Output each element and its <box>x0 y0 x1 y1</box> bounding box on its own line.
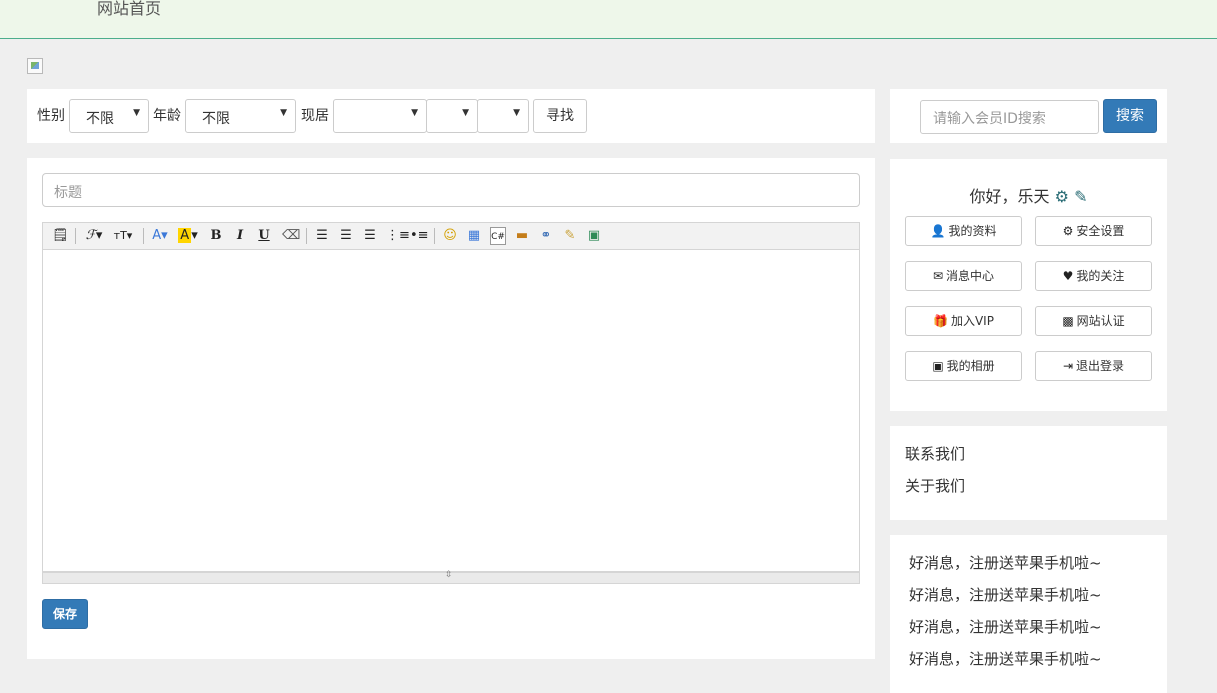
button-label: 消息中心 <box>946 269 995 283</box>
news-item[interactable]: 好消息，注册送苹果手机啦~ <box>905 648 1102 669</box>
age-label: 年龄 <box>153 108 181 124</box>
button-label: 网站认证 <box>1076 314 1125 328</box>
search-button[interactable]: 搜索 <box>1103 99 1157 133</box>
my-follows-button[interactable]: ♥ 我的关注 <box>1035 261 1152 291</box>
button-label: 我的资料 <box>948 224 997 238</box>
user-panel: 你好，乐天 ⚙ ✎ 👤 我的资料 ⚙ 安全设置 ✉ 消息中心 ♥ 我的关注 🎁 加入VIP… <box>890 159 1167 411</box>
align-center-icon[interactable]: ☰ <box>338 227 354 245</box>
button-label: 安全设置 <box>1076 224 1125 238</box>
news-item-text: 好消息，注册送苹果手机啦~ <box>909 586 1102 604</box>
gear-icon: ⚙ <box>1062 224 1074 238</box>
bold-icon[interactable]: B <box>210 227 222 245</box>
news-item-text: 好消息，注册送苹果手机啦~ <box>909 554 1102 572</box>
district-select[interactable]: ▼ <box>477 99 529 133</box>
toolbar-divider <box>434 228 435 244</box>
logout-icon: ⇥ <box>1062 359 1074 373</box>
news-item-text: 好消息，注册送苹果手机啦~ <box>909 618 1102 636</box>
broken-image-icon <box>27 58 43 74</box>
message-center-button[interactable]: ✉ 消息中心 <box>905 261 1022 291</box>
filter-panel: 性别 不限 ▼ 年龄 不限 ▼ 现居 ▼ ▼ ▼ 寻找 <box>27 89 875 143</box>
eraser-icon[interactable]: ⌫ <box>282 227 300 245</box>
ordered-list-icon[interactable]: ⋮≡ <box>386 227 410 245</box>
save-button[interactable]: 保存 <box>42 599 88 629</box>
user-greeting: 你好，乐天 ⚙ ✎ <box>890 183 1167 207</box>
button-label: 我的相册 <box>946 359 995 373</box>
code-icon[interactable]: C# <box>490 227 506 245</box>
edit-icon[interactable]: ✎ <box>1074 187 1087 206</box>
highlight-icon[interactable]: A ▾ <box>177 227 199 245</box>
picture-icon: ▣ <box>932 359 944 373</box>
logout-button[interactable]: ⇥ 退出登录 <box>1035 351 1152 381</box>
find-button[interactable]: 寻找 <box>533 99 587 133</box>
font-size-icon[interactable]: ᴛT▾ <box>111 227 135 245</box>
search-panel: 请输入会员ID搜索 搜索 <box>890 89 1167 143</box>
top-nav-bar: 网站首页 <box>0 0 1217 39</box>
font-color-icon[interactable]: A▾ <box>150 227 170 245</box>
residence-label: 现居 <box>301 108 329 124</box>
heart-icon: ♥ <box>1062 269 1074 283</box>
join-vip-button[interactable]: 🎁 加入VIP <box>905 306 1022 336</box>
links-panel: 联系我们 关于我们 <box>890 426 1167 520</box>
editor-toolbar: 🗒 ℱ▾ ᴛT▾ A▾ A ▾ B I U ⌫ ☰ ☰ ☰ ⋮≡ •≡ ☺ ▦ C… <box>42 222 860 250</box>
caret-down-icon: ▼ <box>133 108 140 118</box>
news-item-text: 好消息，注册送苹果手机啦~ <box>909 650 1102 668</box>
source-icon[interactable]: 🗒 <box>52 227 69 245</box>
button-label: 我的关注 <box>1076 269 1125 283</box>
news-item[interactable]: 好消息，注册送苹果手机啦~ <box>905 584 1102 605</box>
age-select-value: 不限 <box>202 111 230 127</box>
site-verification-button[interactable]: ▩ 网站认证 <box>1035 306 1152 336</box>
caret-down-icon: ▼ <box>513 108 520 118</box>
toolbar-divider <box>75 228 76 244</box>
news-item[interactable]: 好消息，注册送苹果手机啦~ <box>905 616 1102 637</box>
city-select[interactable]: ▼ <box>426 99 478 133</box>
caret-down-icon: ▼ <box>462 108 469 118</box>
news-item[interactable]: 好消息，注册送苹果手机啦~ <box>905 552 1102 573</box>
gender-label: 性别 <box>37 108 65 124</box>
link-icon[interactable]: ⚭ <box>538 227 554 245</box>
qrcode-icon: ▩ <box>1062 314 1074 328</box>
toolbar-divider <box>143 228 144 244</box>
button-label: 退出登录 <box>1076 359 1125 373</box>
greeting-text: 你好，乐天 <box>969 187 1050 206</box>
emoticon-icon[interactable]: ☺ <box>442 227 458 245</box>
envelope-icon: ✉ <box>932 269 944 283</box>
contact-us-link[interactable]: 联系我们 <box>905 443 965 464</box>
unordered-list-icon[interactable]: •≡ <box>410 227 429 245</box>
image-insert-icon[interactable]: ▬ <box>514 227 530 245</box>
italic-icon[interactable]: I <box>234 227 246 245</box>
my-profile-button[interactable]: 👤 我的资料 <box>905 216 1022 246</box>
user-icon: 👤 <box>930 224 946 238</box>
age-select[interactable]: 不限 ▼ <box>185 99 296 133</box>
province-select[interactable]: ▼ <box>333 99 427 133</box>
nav-home-link[interactable]: 网站首页 <box>97 0 161 19</box>
picture-icon[interactable]: ▣ <box>586 227 602 245</box>
about-us-link[interactable]: 关于我们 <box>905 475 965 496</box>
gender-select-value: 不限 <box>86 111 114 127</box>
font-family-icon[interactable]: ℱ▾ <box>83 227 105 245</box>
title-input[interactable]: 标题 <box>42 173 860 207</box>
align-right-icon[interactable]: ☰ <box>362 227 378 245</box>
align-left-icon[interactable]: ☰ <box>314 227 330 245</box>
gear-icon[interactable]: ⚙ <box>1055 187 1069 206</box>
underline-icon[interactable]: U <box>258 227 270 245</box>
caret-down-icon: ▼ <box>280 108 287 118</box>
gender-select[interactable]: 不限 ▼ <box>69 99 149 133</box>
post-editor-panel: 标题 🗒 ℱ▾ ᴛT▾ A▾ A ▾ B I U ⌫ ☰ ☰ ☰ ⋮≡ •≡ ☺ … <box>27 158 875 659</box>
caret-down-icon: ▼ <box>411 108 418 118</box>
news-panel: 好消息，注册送苹果手机啦~ 好消息，注册送苹果手机啦~ 好消息，注册送苹果手机啦… <box>890 535 1167 693</box>
editor-resize-handle[interactable]: ⇳ <box>42 570 860 584</box>
resize-grip-icon: ⇳ <box>445 570 453 580</box>
editor-content-area[interactable] <box>42 250 860 572</box>
my-album-button[interactable]: ▣ 我的相册 <box>905 351 1022 381</box>
toolbar-divider <box>306 228 307 244</box>
table-icon[interactable]: ▦ <box>466 227 482 245</box>
pagebreak-icon[interactable]: ✎ <box>562 227 578 245</box>
member-id-search-input[interactable]: 请输入会员ID搜索 <box>920 100 1099 134</box>
security-settings-button[interactable]: ⚙ 安全设置 <box>1035 216 1152 246</box>
button-label: 加入VIP <box>950 314 994 328</box>
gift-icon: 🎁 <box>933 314 948 328</box>
